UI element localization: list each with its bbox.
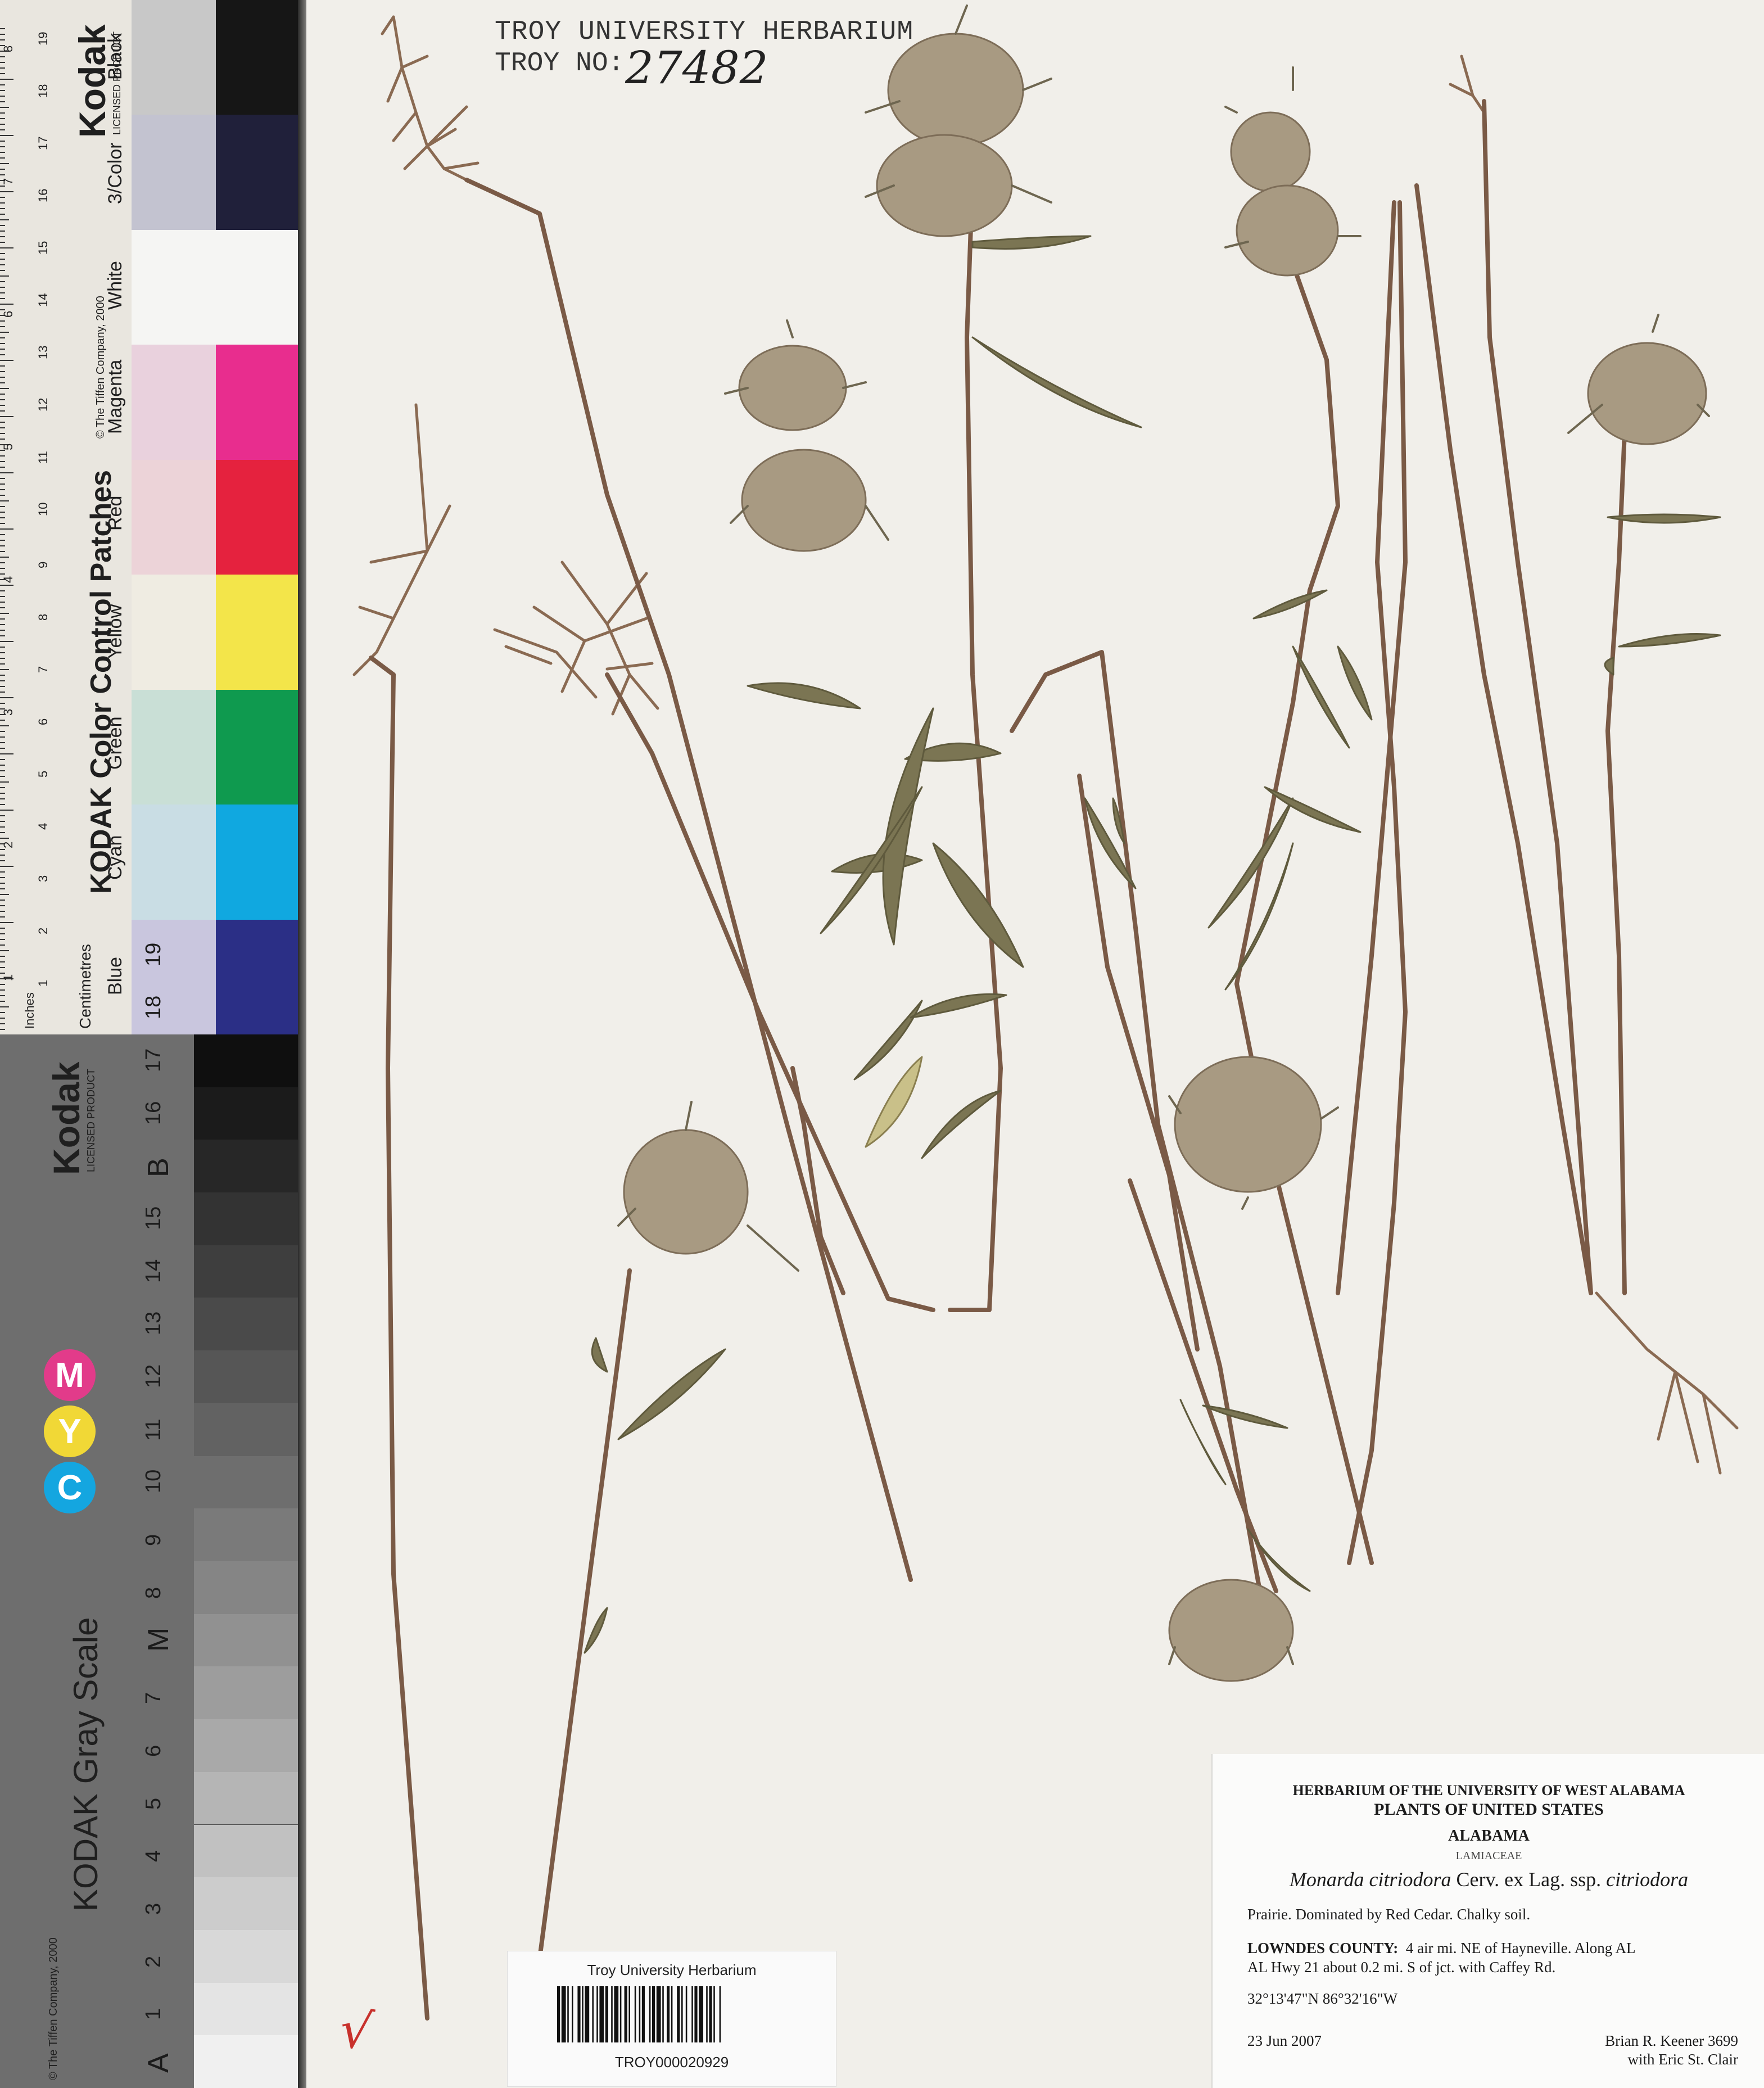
barcode-bar [605, 1986, 608, 2042]
yellowed-leaf [865, 1056, 923, 1148]
label-habitat: Prairie. Dominated by Red Cedar. Chalky … [1247, 1906, 1531, 1923]
barcode-bar [585, 1986, 590, 2042]
label-with: with Eric St. Clair [1627, 2051, 1738, 2068]
root-cluster-middle [352, 403, 659, 716]
barcode-bar [567, 1986, 569, 2042]
label-locality: LOWNDES COUNTY: 4 air mi. NE of Haynevil… [1247, 1940, 1742, 1957]
label-collector: Brian R. Keener 3699 [1605, 2032, 1738, 2049]
barcode-bar [634, 1986, 636, 2042]
label-family: LAMIACEAE [1455, 1850, 1522, 1862]
barcode-bar [694, 1986, 698, 2042]
herbarium-sheet-image: 12345678 Inches Centimetres KODAK Color … [0, 0, 1764, 2088]
label-coords: 32°13'47"N 86°32'16"W [1247, 1990, 1398, 2007]
barcode-title: Troy University Herbarium [587, 1962, 757, 1978]
barcode-bar [677, 1986, 680, 2042]
label-taxon: Monarda citriodora Cerv. ex Lag. ssp. ci… [1213, 1868, 1764, 1891]
barcode-bar [667, 1986, 670, 2042]
barcode-number: TROY000020929 [614, 2054, 729, 2071]
barcode-bar [652, 1986, 655, 2042]
barcode-label: Troy University Herbarium TROY000020929 [507, 1951, 836, 2087]
label-county: LOWNDES COUNTY: [1247, 1940, 1399, 1956]
barcode-bar [681, 1986, 683, 2042]
stems [369, 99, 1627, 2021]
barcode-bar [671, 1986, 673, 2042]
barcode-bar [685, 1986, 687, 2042]
barcode-bar [557, 1986, 560, 2042]
barcode-bar [628, 1986, 630, 2042]
barcode-bar [656, 1986, 661, 2042]
barcode-bar [706, 1986, 708, 2042]
barcode-bar [582, 1986, 584, 2042]
stamp-number: 27482 [625, 42, 768, 94]
flower-heads [623, 33, 1707, 1682]
barcode-bar [662, 1986, 664, 2042]
barcode-bar [641, 1986, 645, 2042]
barcode-bar [619, 1986, 622, 2042]
root-cluster-top [381, 15, 480, 182]
barcode-bar [719, 1986, 721, 2042]
stamp-number-label: TROY NO: [495, 48, 625, 79]
barcode-bar [691, 1986, 693, 2042]
leaves [584, 235, 1721, 1654]
label-locality-1: 4 air mi. NE of Hayneville. Along AL [1405, 1940, 1636, 1956]
barcode-bar [599, 1986, 604, 2042]
barcode-bar [713, 1986, 715, 2042]
label-herbarium: HERBARIUM OF THE UNIVERSITY OF WEST ALAB… [1292, 1782, 1685, 1798]
barcode-bar [577, 1986, 581, 2042]
label-authority: Cerv. ex Lag. ssp. [1456, 1868, 1602, 1891]
label-locality-2: AL Hwy 21 about 0.2 mi. S of jct. with C… [1247, 1959, 1556, 1976]
label-date: 23 Jun 2007 [1247, 2032, 1322, 2049]
barcode-bar [709, 1986, 712, 2042]
barcode-bar [596, 1986, 598, 2042]
root-cluster-right [1449, 55, 1739, 1475]
label-state: ALABAMA [1448, 1827, 1530, 1845]
flower-bracts [617, 4, 1710, 1665]
barcode-bar [639, 1986, 641, 2042]
barcode-bar [611, 1986, 613, 2042]
label-subspecies: citriodora [1606, 1868, 1689, 1891]
barcode-bar [699, 1986, 703, 2042]
label-genus-species: Monarda citriodora [1289, 1868, 1451, 1891]
barcode-bar [649, 1986, 651, 2042]
collection-label: HERBARIUM OF THE UNIVERSITY OF WEST ALAB… [1211, 1754, 1764, 2088]
label-series: PLANTS OF UNITED STATES [1374, 1800, 1604, 1819]
barcode-bar [592, 1986, 594, 2042]
barcode-bar [561, 1986, 566, 2042]
barcode-bars [557, 1986, 721, 2042]
barcode-bar [624, 1986, 627, 2042]
barcode-bar [572, 1986, 573, 2042]
barcode-bar [614, 1986, 619, 2042]
